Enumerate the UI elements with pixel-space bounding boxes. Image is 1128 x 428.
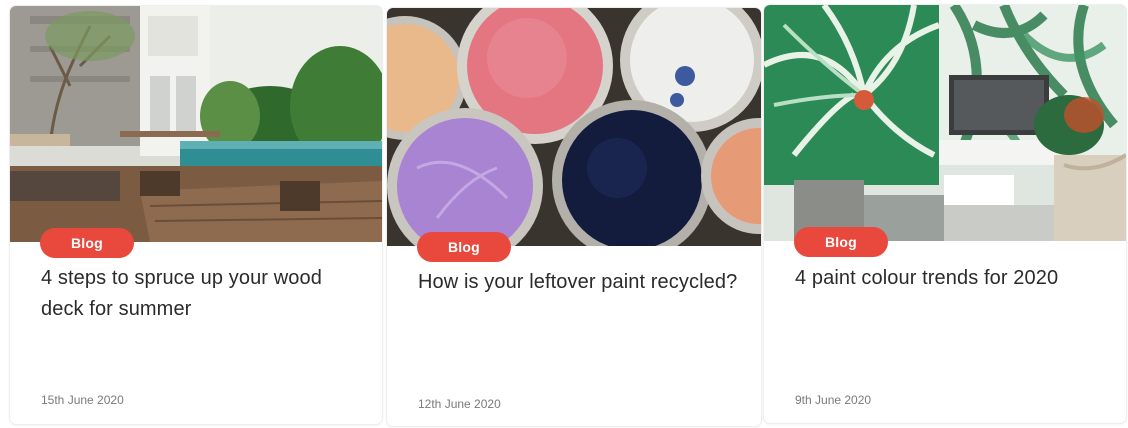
- blog-card-title[interactable]: How is your leftover paint recycled?: [418, 267, 741, 298]
- blog-card-wood-deck[interactable]: Blog 4 steps to spruce up your wood deck…: [10, 6, 382, 424]
- blog-card-date: 12th June 2020: [418, 397, 501, 411]
- blog-card-title[interactable]: 4 steps to spruce up your wood deck for …: [41, 263, 362, 325]
- blog-card-leftover-paint[interactable]: Blog How is your leftover paint recycled…: [387, 8, 761, 426]
- paint-cans-photo[interactable]: [387, 8, 761, 246]
- blog-card-date: 9th June 2020: [795, 393, 872, 407]
- blog-card-title[interactable]: 4 paint colour trends for 2020: [795, 263, 1106, 294]
- blog-badge[interactable]: Blog: [417, 232, 511, 262]
- blog-card-grid: Blog 4 steps to spruce up your wood deck…: [0, 0, 1128, 428]
- blog-badge[interactable]: Blog: [40, 228, 134, 258]
- blog-card-colour-trends[interactable]: Blog 4 paint colour trends for 2020 9th …: [764, 5, 1126, 423]
- blog-card-date: 15th June 2020: [41, 393, 124, 407]
- blog-badge[interactable]: Blog: [794, 227, 888, 257]
- wood-deck-pool-photo[interactable]: [10, 6, 382, 242]
- tropical-wallpaper-living-room-photo[interactable]: [764, 5, 1126, 241]
